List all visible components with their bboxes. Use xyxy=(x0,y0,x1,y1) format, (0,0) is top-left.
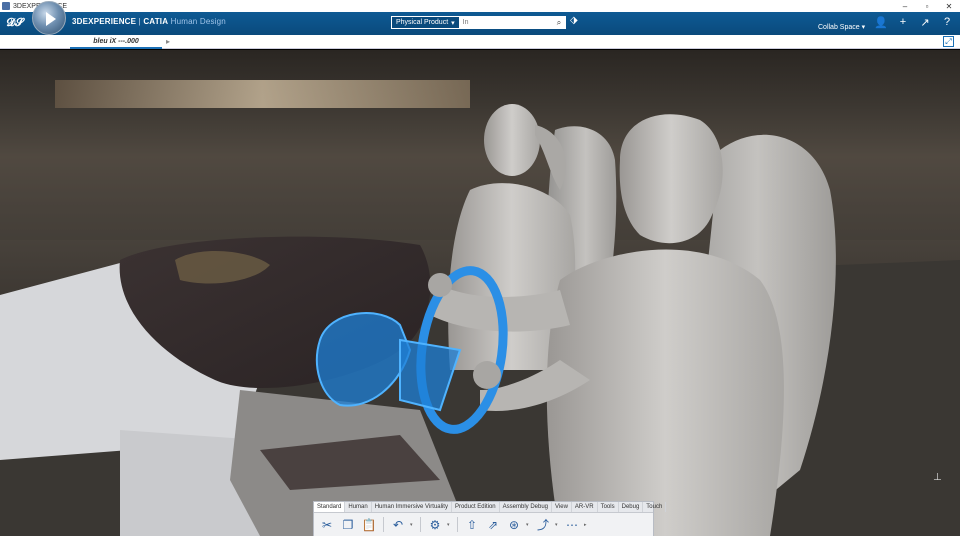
tab-human-immersive-virtuality[interactable]: Human Immersive Virtuality xyxy=(372,502,452,512)
ds-logo-icon[interactable]: 𝓓𝓢 xyxy=(4,12,26,35)
action-bar: Standard Human Human Immersive Virtualit… xyxy=(313,501,667,536)
top-right-toolbar: 👤 + ↗ ? xyxy=(874,16,954,29)
hand-right xyxy=(473,361,501,389)
hand-left xyxy=(428,273,452,297)
action-bar-icons: ✂ ❐ 📋 ↶ ▾ ⚙ ▾ ⇧ ⇗ ⊛ ▾ ⤴ ▾ ⋯ ▸ xyxy=(314,513,653,536)
driver-body xyxy=(546,249,784,536)
pointer-icon[interactable]: ⤴ xyxy=(534,516,552,534)
tab-human[interactable]: Human xyxy=(345,502,372,512)
snap-icon[interactable]: ⇗ xyxy=(484,516,502,534)
minimize-button[interactable]: – xyxy=(894,2,916,11)
action-bar-tabs: Standard Human Human Immersive Virtualit… xyxy=(314,502,667,513)
tag-icon[interactable]: ⬗ xyxy=(570,15,578,26)
search-scope-label: Physical Product xyxy=(396,19,449,26)
compass-icon[interactable] xyxy=(32,1,66,35)
tab-view[interactable]: View xyxy=(552,502,572,512)
paste-icon[interactable]: 📋 xyxy=(360,516,378,534)
search-scope-dropdown[interactable]: Physical Product ▾ xyxy=(391,16,460,29)
chevron-down-icon: ▾ xyxy=(451,19,455,27)
new-tab-icon[interactable]: ▸ xyxy=(166,37,170,46)
tab-assembly-debug[interactable]: Assembly Debug xyxy=(500,502,553,512)
background-light-band xyxy=(55,80,470,108)
app-title: 3DEXPERIENCE | CATIA Human Design xyxy=(72,17,226,26)
tab-document[interactable]: bleu iX ---.000 xyxy=(70,36,162,49)
expand-icon[interactable]: ⤢ xyxy=(943,36,954,47)
pointer-dropdown-icon[interactable]: ▾ xyxy=(555,522,560,528)
chevron-down-icon: ▾ xyxy=(861,24,866,31)
driver-head xyxy=(619,114,723,244)
tab-product-edition[interactable]: Product Edition xyxy=(452,502,500,512)
3d-viewport[interactable]: ⊥ xyxy=(0,50,960,536)
more-icon[interactable]: ⋯ xyxy=(563,516,581,534)
toolbar-divider xyxy=(457,517,458,532)
collab-space-selector[interactable]: Collab Space ▾ xyxy=(818,23,865,31)
more-dropdown-icon[interactable]: ▸ xyxy=(584,522,589,528)
tab-touch[interactable]: Touch xyxy=(643,502,667,512)
cut-icon[interactable]: ✂ xyxy=(318,516,336,534)
axis-triad-icon: ⊥ xyxy=(933,472,942,483)
manipulate-dropdown-icon[interactable]: ▾ xyxy=(526,522,531,528)
undo-icon[interactable]: ↶ xyxy=(389,516,407,534)
toolbar-divider xyxy=(383,517,384,532)
update-gear-icon[interactable]: ⚙ xyxy=(426,516,444,534)
search-bar: Physical Product ▾ ⌕ xyxy=(391,16,566,29)
tab-standard[interactable]: Standard xyxy=(314,502,346,512)
scene-render xyxy=(0,80,960,536)
collab-space-label: Collab Space xyxy=(818,24,860,31)
product-label: CATIA xyxy=(143,17,169,26)
share-icon[interactable]: ↗ xyxy=(918,16,932,29)
search-icon[interactable]: ⌕ xyxy=(552,18,566,28)
window-controls: – ▫ ✕ xyxy=(894,2,960,11)
manipulate-icon[interactable]: ⊛ xyxy=(505,516,523,534)
document-tab-bar: bleu iX ---.000 ▸ ⤢ xyxy=(0,35,960,49)
play-icon xyxy=(46,12,56,26)
user-icon[interactable]: 👤 xyxy=(874,16,888,29)
tab-tools[interactable]: Tools xyxy=(598,502,619,512)
add-icon[interactable]: + xyxy=(896,16,910,29)
os-title-bar: 3DEXPERIENCE – ▫ ✕ xyxy=(0,0,960,12)
maximize-button[interactable]: ▫ xyxy=(916,2,938,11)
toolbar-divider xyxy=(420,517,421,532)
undo-dropdown-icon[interactable]: ▾ xyxy=(410,522,415,528)
copy-icon[interactable]: ❐ xyxy=(339,516,357,534)
close-button[interactable]: ✕ xyxy=(938,2,960,11)
help-icon[interactable]: ? xyxy=(940,16,954,29)
passenger-head xyxy=(484,104,540,176)
brand-label: 3DEXPERIENCE xyxy=(72,17,137,26)
tab-ar-vr[interactable]: AR-VR xyxy=(572,502,598,512)
tab-debug[interactable]: Debug xyxy=(619,502,644,512)
app-icon xyxy=(2,2,10,10)
search-input[interactable] xyxy=(459,17,552,28)
update-dropdown-icon[interactable]: ▾ xyxy=(447,522,452,528)
app-name-label: Human Design xyxy=(170,17,226,26)
compass-move-icon[interactable]: ⇧ xyxy=(463,516,481,534)
